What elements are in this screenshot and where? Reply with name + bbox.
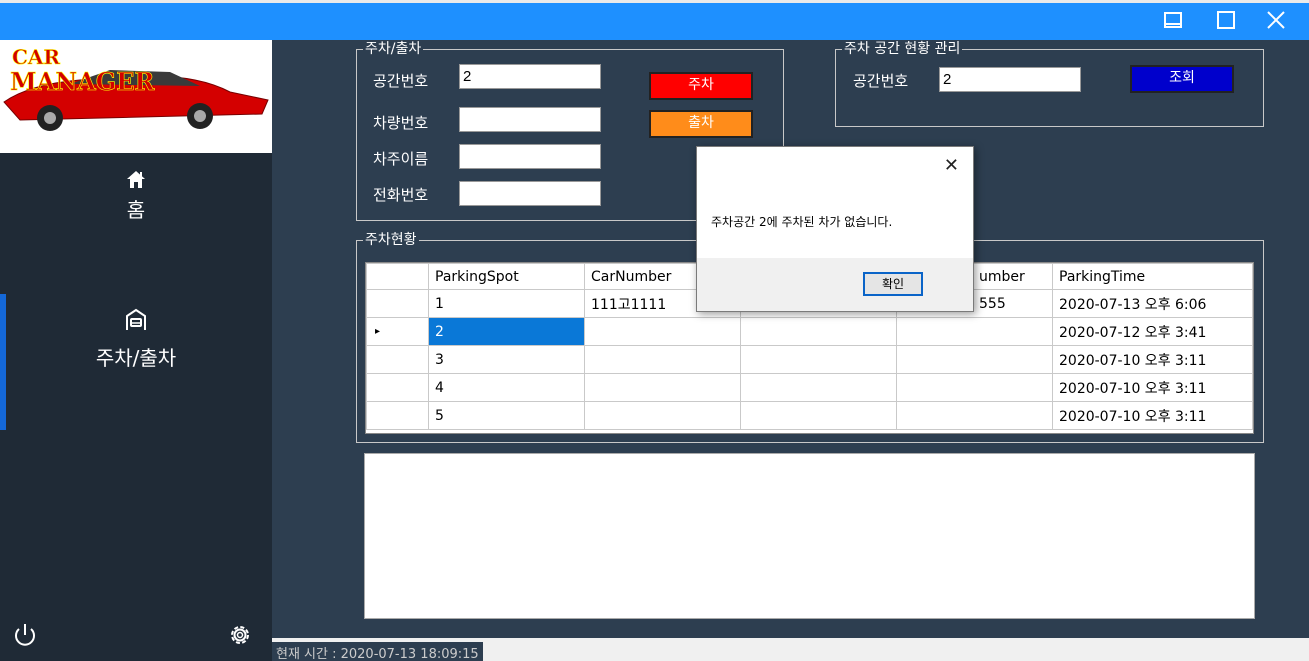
cell-phone[interactable] [896,401,1053,430]
column-header-parkingspot[interactable]: ParkingSpot [428,263,585,290]
table-row[interactable]: 3 2020-07-10 오후 3:11 [366,345,1253,374]
message-dialog: ✕ 주차공간 2에 주차된 차가 없습니다. 확인 [696,146,974,312]
cell-spot[interactable]: 5 [428,401,585,430]
dialog-message: 주차공간 2에 주차된 차가 없습니다. [711,215,893,229]
lookup-spot-label: 공간번호 [853,72,909,90]
status-bar: 현재 시간 : 2020-07-13 18:09:15 [272,638,1309,661]
cell-time[interactable]: 2020-07-10 오후 3:11 [1052,373,1253,402]
cell-phone[interactable] [896,317,1053,346]
car-number-input[interactable] [459,107,601,132]
cell-col3[interactable] [740,317,897,346]
spot-number-label: 공간번호 [373,72,429,90]
owner-name-label: 차주이름 [373,150,429,168]
cell-col3[interactable] [740,401,897,430]
current-time-label: 현재 시간 : 2020-07-13 18:09:15 [272,642,483,661]
log-textbox[interactable] [364,453,1255,619]
logo-text-manager: MANAGER [10,67,156,96]
logo-text-car: CAR [12,45,60,69]
grid-corner-header [366,263,429,290]
row-header[interactable] [366,345,429,374]
parking-group-title: 주차/출차 [363,40,424,58]
cell-time[interactable]: 2020-07-12 오후 3:41 [1052,317,1253,346]
cell-car-number[interactable] [584,345,741,374]
car-number-label: 차량번호 [373,114,429,132]
cell-car-number[interactable] [584,373,741,402]
sidebar-item-home-label: 홈 [126,198,146,222]
car-manager-logo: CAR MANAGER [0,40,272,153]
cell-car-number[interactable] [584,317,741,346]
minimize-icon[interactable] [1160,8,1186,32]
table-row[interactable]: ▸ 2 2020-07-12 오후 3:41 [366,317,1253,346]
cell-phone[interactable] [896,345,1053,374]
cell-phone[interactable] [896,373,1053,402]
sidebar-item-home[interactable]: 홈 [0,168,272,223]
row-header[interactable] [366,289,429,318]
close-icon[interactable] [1263,8,1289,32]
dialog-close-icon[interactable]: ✕ [944,155,959,176]
title-bar-strip [0,0,1309,3]
table-row[interactable]: 5 2020-07-10 오후 3:11 [366,401,1253,430]
column-header-parkingtime[interactable]: ParkingTime [1052,263,1253,290]
dialog-footer: 확인 [697,258,973,311]
lookup-group-title: 주차 공간 현황 관리 [842,40,963,58]
title-bar [0,0,1309,40]
spot-number-input[interactable] [459,64,601,89]
car-garage-icon [126,308,146,330]
sidebar-item-parking-label: 주차/출차 [95,346,177,370]
cell-col3[interactable] [740,373,897,402]
park-button[interactable]: 주차 [649,72,753,100]
parking-status-title: 주차현황 [363,231,419,249]
row-header[interactable] [366,401,429,430]
phone-number-label: 전화번호 [373,186,429,204]
cell-time[interactable]: 2020-07-10 오후 3:11 [1052,345,1253,374]
owner-name-input[interactable] [459,144,601,169]
lookup-button[interactable]: 조회 [1130,65,1234,93]
sidebar-item-parking[interactable]: 주차/출차 [0,308,272,371]
cell-time[interactable]: 2020-07-13 오후 6:06 [1052,289,1253,318]
power-icon[interactable] [10,620,40,650]
cell-car-number[interactable] [584,401,741,430]
cell-spot[interactable]: 4 [428,373,585,402]
table-row[interactable]: 4 2020-07-10 오후 3:11 [366,373,1253,402]
current-row-indicator[interactable]: ▸ [366,317,429,346]
lookup-spot-input[interactable] [939,67,1081,92]
gear-icon[interactable] [225,620,255,650]
ok-button[interactable]: 확인 [863,272,923,296]
cell-spot[interactable]: 2 [428,317,585,346]
maximize-icon[interactable] [1213,8,1239,32]
row-header[interactable] [366,373,429,402]
home-icon [127,171,145,188]
cell-spot[interactable]: 3 [428,345,585,374]
cell-col3[interactable] [740,345,897,374]
cell-time[interactable]: 2020-07-10 오후 3:11 [1052,401,1253,430]
sidebar: CAR MANAGER 홈 주차/출차 [0,40,272,661]
phone-number-input[interactable] [459,181,601,206]
exit-button[interactable]: 출차 [649,110,753,138]
cell-spot[interactable]: 1 [428,289,585,318]
